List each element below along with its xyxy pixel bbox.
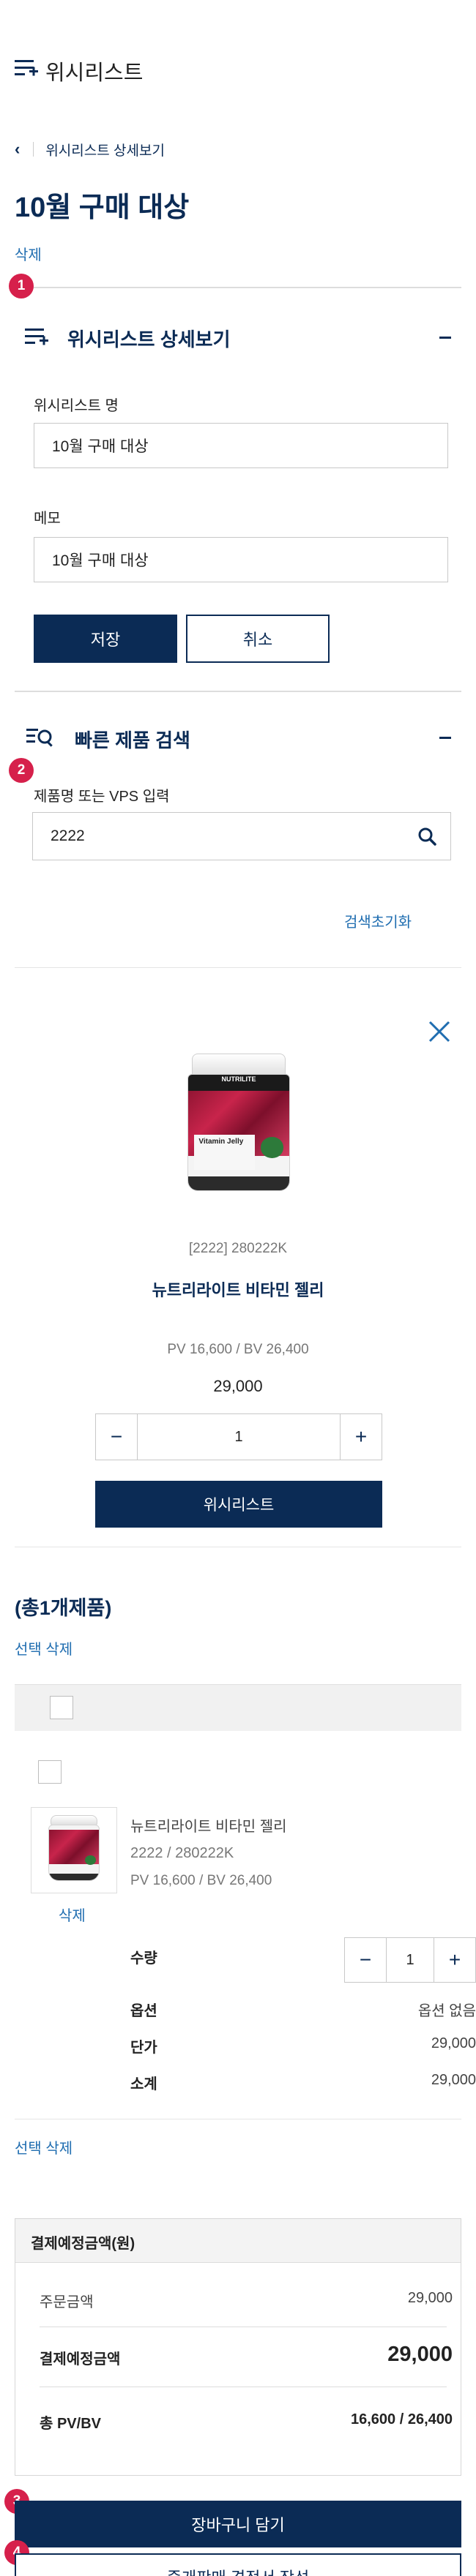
option-label: 옵션 bbox=[130, 2003, 157, 2019]
close-result-icon[interactable] bbox=[428, 1020, 451, 1043]
save-button[interactable]: 저장 bbox=[34, 615, 177, 663]
item-quantity-stepper[interactable]: − 1 + bbox=[344, 1937, 476, 1983]
subtotal-value: 29,000 bbox=[431, 2072, 476, 2088]
cancel-button[interactable]: 취소 bbox=[186, 615, 330, 663]
result-product-name: 뉴트리라이트 비타민 젤리 bbox=[152, 1281, 324, 1299]
create-quote-button[interactable]: 중개판매 견적서 작성 bbox=[15, 2553, 461, 2576]
add-to-cart-button[interactable]: 장바구니 담기 bbox=[15, 2501, 461, 2547]
select-delete-link[interactable]: 선택 삭제 bbox=[15, 1637, 72, 1659]
item-qty-value[interactable]: 1 bbox=[386, 1938, 434, 1982]
back-chevron-icon[interactable]: ‹ bbox=[15, 140, 20, 159]
unit-price-label: 단가 bbox=[130, 2040, 157, 2056]
total-pvbv-label: 총 PV/BV bbox=[40, 2416, 101, 2432]
select-all-checkbox[interactable] bbox=[50, 1696, 73, 1719]
result-pv-bv: PV 16,600 / BV 26,400 bbox=[167, 1342, 309, 1357]
subtotal-label: 소계 bbox=[130, 2076, 157, 2092]
expected-amount-label: 결제예정금액 bbox=[40, 2351, 121, 2367]
qty-label: 수량 bbox=[130, 1950, 157, 1967]
reset-search-link[interactable]: 검색초기화 bbox=[344, 910, 412, 931]
result-product-code: [2222] 280222K bbox=[188, 1241, 288, 1256]
header-bar: 위시리스트 bbox=[0, 0, 476, 132]
list-header-bar bbox=[15, 1684, 461, 1731]
expected-amount-value: 29,000 bbox=[387, 2343, 453, 2366]
result-quantity-stepper[interactable]: − 1 + bbox=[95, 1413, 382, 1460]
item-checkbox[interactable] bbox=[38, 1760, 62, 1784]
collapse-search-icon[interactable] bbox=[439, 737, 451, 739]
collapse-detail-icon[interactable] bbox=[439, 337, 451, 339]
order-amount-label: 주문금액 bbox=[40, 2294, 94, 2310]
product-search-input[interactable]: 2222 bbox=[32, 812, 451, 860]
breadcrumb-label: 위시리스트 상세보기 bbox=[45, 143, 165, 159]
add-to-wishlist-button[interactable]: 위시리스트 bbox=[95, 1481, 382, 1528]
divider bbox=[15, 967, 461, 968]
product-search-icon bbox=[26, 727, 54, 748]
result-qty-value[interactable]: 1 bbox=[137, 1414, 341, 1460]
detail-section-icon bbox=[25, 326, 50, 347]
item-image bbox=[31, 1807, 117, 1893]
header-title: 위시리스트 bbox=[45, 61, 144, 85]
result-price: 29,000 bbox=[213, 1377, 263, 1395]
product-image-brand: NUTRILITE bbox=[188, 1075, 289, 1092]
name-label: 위시리스트 명 bbox=[34, 398, 119, 414]
item-name: 뉴트리라이트 비타민 젤리 bbox=[130, 1819, 287, 1835]
divider bbox=[15, 287, 461, 288]
callout-badge-2: 2 bbox=[9, 758, 34, 783]
total-pvbv-value: 16,600 / 26,400 bbox=[350, 2411, 453, 2427]
item-delete-link[interactable]: 삭제 bbox=[59, 1904, 86, 1925]
breadcrumb: ‹ 위시리스트 상세보기 bbox=[15, 139, 165, 159]
callout-badge-1: 1 bbox=[9, 274, 34, 298]
search-input-label: 제품명 또는 VPS 입력 bbox=[34, 789, 170, 805]
list-menu-icon[interactable] bbox=[15, 59, 38, 78]
search-icon[interactable] bbox=[417, 827, 436, 846]
delete-wishlist-link[interactable]: 삭제 bbox=[15, 243, 42, 264]
wishlist-name-field[interactable]: 10월 구매 대상 bbox=[34, 423, 448, 468]
search-section-title: 빠른 제품 검색 bbox=[75, 729, 190, 751]
item-decrease-qty-button[interactable]: − bbox=[345, 1938, 386, 1982]
select-delete-bottom-link[interactable]: 선택 삭제 bbox=[15, 2136, 72, 2158]
item-increase-qty-button[interactable]: + bbox=[434, 1938, 475, 1982]
decrease-qty-button[interactable]: − bbox=[96, 1414, 137, 1460]
item-count: (총1개제품) bbox=[15, 1597, 112, 1619]
page-title: 10월 구매 대상 bbox=[15, 192, 190, 223]
breadcrumb-divider bbox=[33, 142, 34, 157]
memo-field[interactable]: 10월 구매 대상 bbox=[34, 537, 448, 582]
product-image: NUTRILITE Vitamin Jelly bbox=[183, 1054, 294, 1200]
increase-qty-button[interactable]: + bbox=[341, 1414, 382, 1460]
summary-title: 결제예정금액(원) bbox=[31, 2236, 135, 2252]
detail-section-title: 위시리스트 상세보기 bbox=[67, 328, 231, 350]
divider bbox=[15, 691, 461, 692]
option-value: 옵션 없음 bbox=[417, 2003, 476, 2019]
item-code: 2222 / 280222K bbox=[130, 1845, 234, 1861]
item-pv-bv: PV 16,600 / BV 26,400 bbox=[130, 1873, 272, 1888]
order-amount-value: 29,000 bbox=[407, 2290, 453, 2306]
memo-label: 메모 bbox=[34, 511, 61, 527]
product-image-name: Vitamin Jelly bbox=[198, 1138, 244, 1146]
unit-price-value: 29,000 bbox=[431, 2035, 476, 2051]
